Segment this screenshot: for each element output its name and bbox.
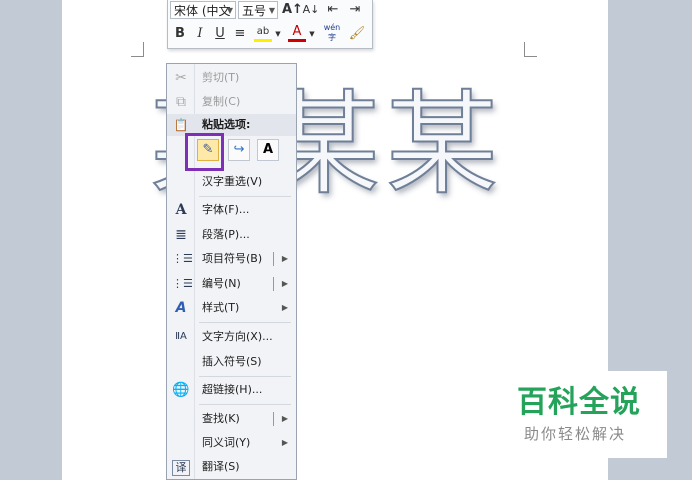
chevron-down-icon[interactable]: ▼ bbox=[308, 25, 316, 43]
submenu-arrow-icon[interactable]: ▶ bbox=[282, 407, 288, 431]
submenu-arrow-icon[interactable]: ▶ bbox=[282, 272, 288, 296]
decrease-indent-icon[interactable]: ⇤ bbox=[324, 1, 342, 19]
paste-text-only-button[interactable]: A bbox=[257, 139, 279, 161]
watermark-logo: 百科全说 助你轻松解决 bbox=[505, 371, 667, 458]
chevron-down-icon: ▼ bbox=[226, 6, 233, 15]
watermark-title: 百科全说 bbox=[517, 385, 641, 420]
translate-icon: 译 bbox=[172, 460, 190, 476]
underline-button[interactable]: U bbox=[212, 25, 228, 43]
paste-merge-formatting-button[interactable]: ↪ bbox=[228, 139, 250, 161]
paragraph-icon: ≣ bbox=[175, 227, 187, 243]
clipboard-icon: 📋 bbox=[173, 118, 189, 132]
highlight-color-icon[interactable]: ab bbox=[254, 25, 272, 42]
increase-indent-icon[interactable]: ⇥ bbox=[346, 1, 364, 19]
menu-item-find[interactable]: 查找(K) ▶ bbox=[167, 407, 296, 431]
mini-toolbar: 宋体 (中文 ▼ 五号 ▼ A↑ A↓ ⇤ ⇥ B I U ≡ ab ▼ A ▼… bbox=[167, 0, 373, 49]
font-name-value: 宋体 (中文 bbox=[174, 4, 231, 18]
crop-mark-top-right bbox=[524, 42, 537, 57]
menu-separator bbox=[199, 196, 291, 197]
menu-item-label: 超链接(H)... bbox=[202, 383, 263, 396]
scissors-icon: ✂ bbox=[175, 70, 187, 86]
paste-merge-icon: ↪ bbox=[233, 142, 245, 157]
menu-item-styles[interactable]: A 样式(T) ▶ bbox=[167, 296, 296, 320]
menu-item-cut[interactable]: ✂ 剪切(T) bbox=[167, 66, 296, 90]
menu-item-font[interactable]: A 字体(F)... bbox=[167, 198, 296, 222]
format-painter-icon[interactable]: 🖌 bbox=[348, 25, 366, 43]
phonetic-guide-icon[interactable]: wén 字 bbox=[321, 23, 343, 43]
menu-item-paragraph[interactable]: ≣ 段落(P)... bbox=[167, 223, 296, 247]
menu-item-bullets[interactable]: ⋮☰ 项目符号(B) ▶ bbox=[167, 247, 296, 271]
submenu-arrow-icon[interactable]: ▶ bbox=[282, 247, 288, 271]
menu-item-label: 字体(F)... bbox=[202, 203, 250, 216]
menu-item-label: 汉字重选(V) bbox=[202, 175, 263, 188]
menu-item-label: 项目符号(B) bbox=[202, 252, 263, 265]
submenu-arrow-icon: ▶ bbox=[281, 303, 288, 312]
menu-item-label: 同义词(Y) bbox=[202, 436, 251, 449]
font-size-combo[interactable]: 五号 ▼ bbox=[238, 1, 278, 19]
menu-item-label: 编号(N) bbox=[202, 277, 241, 290]
shrink-font-icon[interactable]: A↓ bbox=[302, 1, 320, 19]
menu-separator bbox=[199, 322, 291, 323]
menu-item-copy[interactable]: ⧉ 复制(C) bbox=[167, 90, 296, 114]
numbering-icon: ⋮☰ bbox=[172, 277, 193, 290]
menu-item-insert-symbol[interactable]: 插入符号(S) bbox=[167, 350, 296, 374]
menu-separator bbox=[199, 376, 291, 377]
text-direction-icon: ⅡA bbox=[175, 331, 187, 342]
menu-separator bbox=[199, 404, 291, 405]
italic-button[interactable]: I bbox=[192, 25, 208, 43]
menu-item-numbering[interactable]: ⋮☰ 编号(N) ▶ bbox=[167, 272, 296, 296]
hyperlink-icon: 🌐 bbox=[172, 382, 190, 398]
copy-icon: ⧉ bbox=[176, 94, 186, 110]
split-divider bbox=[273, 252, 274, 266]
watermark-subtitle: 助你轻松解决 bbox=[524, 425, 627, 443]
highlight-box bbox=[185, 133, 224, 171]
context-menu: ✂ 剪切(T) ⧉ 复制(C) 📋 粘贴选项: ✎ ↪ A 汉字重选(V) A … bbox=[166, 63, 297, 480]
menu-item-label: 剪切(T) bbox=[202, 71, 240, 84]
split-divider bbox=[273, 412, 274, 426]
font-name-combo[interactable]: 宋体 (中文 ▼ bbox=[170, 1, 236, 19]
submenu-arrow-icon: ▶ bbox=[281, 438, 288, 447]
menu-item-label: 翻译(S) bbox=[202, 460, 240, 473]
menu-item-label: 样式(T) bbox=[202, 301, 240, 314]
menu-item-text-direction[interactable]: ⅡA 文字方向(X)... bbox=[167, 325, 296, 349]
split-divider bbox=[273, 277, 274, 291]
crop-mark-top-left bbox=[131, 42, 144, 57]
menu-item-reconvert[interactable]: 汉字重选(V) bbox=[167, 170, 296, 194]
font-icon: A bbox=[175, 202, 187, 218]
grow-font-icon[interactable]: A↑ bbox=[282, 1, 303, 19]
phonetic-guide-label: wén bbox=[323, 23, 341, 32]
menu-item-label: 段落(P)... bbox=[202, 228, 250, 241]
chevron-down-icon: ▼ bbox=[268, 6, 275, 15]
bold-button[interactable]: B bbox=[172, 25, 188, 43]
center-align-button[interactable]: ≡ bbox=[232, 25, 248, 43]
font-color-button[interactable]: A bbox=[288, 25, 306, 42]
menu-item-label: 插入符号(S) bbox=[202, 355, 262, 368]
menu-item-label: 查找(K) bbox=[202, 412, 240, 425]
menu-item-label: 复制(C) bbox=[202, 95, 241, 108]
menu-item-label: 文字方向(X)... bbox=[202, 330, 273, 343]
bullets-icon: ⋮☰ bbox=[172, 252, 193, 265]
styles-icon: A bbox=[175, 300, 187, 316]
paste-text-only-icon: A bbox=[262, 142, 274, 157]
menu-item-hyperlink[interactable]: 🌐 超链接(H)... bbox=[167, 378, 296, 402]
font-size-value: 五号 bbox=[242, 4, 267, 18]
menu-item-synonyms[interactable]: 同义词(Y) ▶ bbox=[167, 431, 296, 455]
menu-item-translate[interactable]: 译 翻译(S) bbox=[167, 455, 296, 479]
chevron-down-icon[interactable]: ▼ bbox=[274, 25, 282, 43]
